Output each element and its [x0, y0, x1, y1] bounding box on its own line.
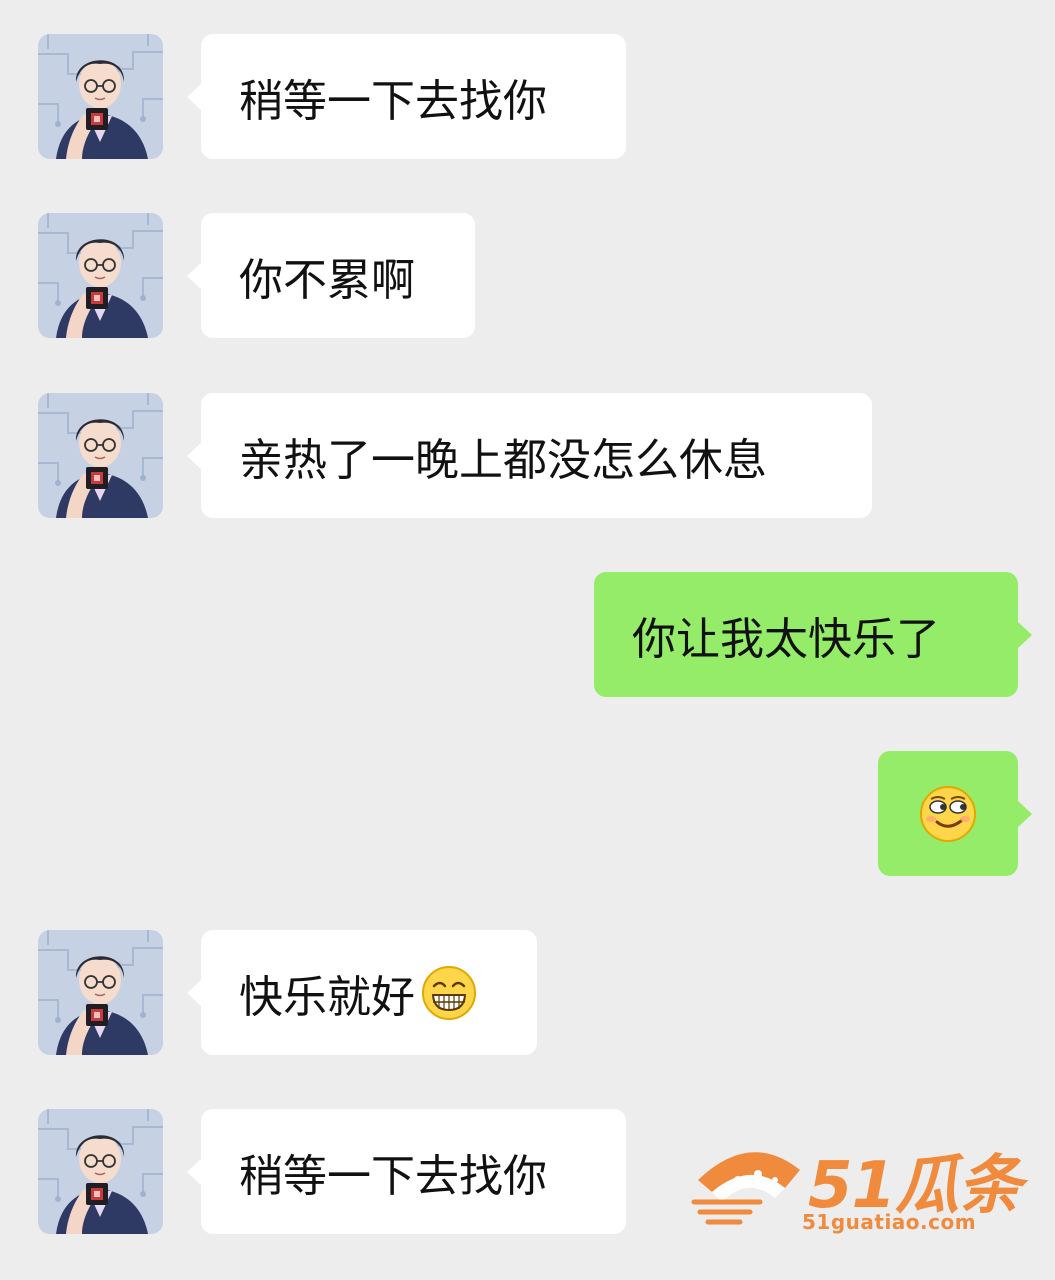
smirk-emoji-icon	[919, 785, 977, 843]
message-bubble[interactable]: 快乐就好	[187, 930, 537, 1055]
message-row-incoming: 稍等一下去找你	[0, 34, 1055, 160]
contact-avatar[interactable]	[38, 393, 163, 518]
message-row-outgoing: 你让我太快乐了	[0, 572, 1055, 698]
contact-avatar[interactable]	[38, 213, 163, 338]
watermark-url: 51guatiao.com	[802, 1210, 977, 1234]
message-text: 快乐就好	[239, 971, 415, 1023]
contact-avatar[interactable]	[38, 930, 163, 1055]
contact-avatar[interactable]	[38, 34, 163, 159]
message-text: 稍等一下去找你	[239, 1150, 547, 1202]
message-bubble[interactable]	[878, 751, 1032, 876]
message-row-incoming: 快乐就好	[0, 930, 1055, 1056]
contact-avatar[interactable]	[38, 1109, 163, 1234]
message-bubble[interactable]: 亲热了一晚上都没怎么休息	[187, 393, 872, 518]
message-bubble[interactable]: 稍等一下去找你	[187, 1109, 626, 1234]
watermark-logo: 51瓜条 51guatiao.com	[690, 1140, 1025, 1240]
message-bubble[interactable]: 你不累啊	[187, 213, 475, 338]
message-bubble[interactable]: 稍等一下去找你	[187, 34, 626, 159]
grin-emoji-icon	[421, 965, 477, 1021]
message-row-incoming: 亲热了一晚上都没怎么休息	[0, 393, 1055, 519]
watermelon-logo-icon	[691, 1152, 800, 1225]
message-text: 稍等一下去找你	[239, 75, 547, 127]
message-text: 你不累啊	[239, 254, 415, 306]
message-row-outgoing	[0, 751, 1055, 877]
message-row-incoming: 你不累啊	[0, 213, 1055, 339]
message-text: 你让我太快乐了	[632, 613, 940, 665]
message-text: 亲热了一晚上都没怎么休息	[239, 434, 767, 486]
message-bubble[interactable]: 你让我太快乐了	[594, 572, 1032, 697]
